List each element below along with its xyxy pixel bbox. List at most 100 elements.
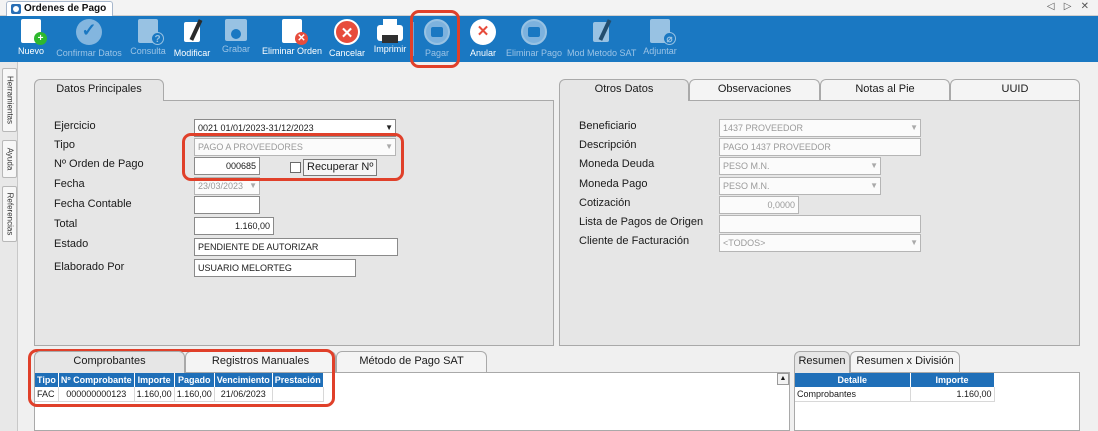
orden-pago-label: Nº Orden de Pago (54, 158, 144, 170)
fecha-label: Fecha (54, 178, 85, 190)
comprobantes-header-row: Tipo Nº Comprobante Importe Pagado Venci… (35, 373, 324, 387)
delete-document-icon: ✕ (282, 19, 308, 45)
delete-payment-icon (521, 19, 547, 45)
cell-vencimiento: 21/06/2023 (214, 387, 273, 402)
tab-otros-datos[interactable]: Otros Datos (559, 79, 689, 101)
estado-label: Estado (54, 238, 89, 250)
tab-registros-manuales[interactable]: Registros Manuales (185, 351, 336, 372)
fecha-picker[interactable]: 23/03/2023 ▼ (194, 177, 260, 195)
side-tab-ayuda[interactable]: Ayuda (2, 140, 17, 178)
consulta-button[interactable]: ? Consulta (128, 19, 168, 61)
col-prestacion[interactable]: Prestación (272, 373, 324, 387)
total-label: Total (54, 218, 78, 230)
scroll-up-icon[interactable]: ▲ (777, 373, 789, 385)
col-importe-resumen[interactable]: Importe (910, 373, 995, 387)
eliminar-pago-button[interactable]: Eliminar Pago (506, 19, 562, 61)
otros-datos-panel: Beneficiario 1437 PROVEEDOR ▼ Descripción… (559, 100, 1080, 346)
col-nro-comprobante[interactable]: Nº Comprobante (58, 373, 135, 387)
eliminar-orden-button[interactable]: ✕ Eliminar Orden (260, 19, 324, 61)
descripcion-label: Descripción (579, 139, 637, 151)
chevron-down-icon: ▼ (910, 238, 918, 247)
elaborado-por-label: Elaborado Por (54, 261, 125, 273)
col-tipo[interactable]: Tipo (35, 373, 59, 387)
fecha-contable-input[interactable] (194, 196, 260, 214)
adjuntar-button[interactable]: ⌀ Adjuntar (640, 19, 680, 61)
fecha-contable-label: Fecha Contable (54, 198, 132, 210)
side-tabs: Herramientas Ayuda Referencias (0, 62, 18, 431)
descripcion-input[interactable]: PAGO 1437 PROVEEDOR (719, 138, 921, 156)
cell-detalle: Comprobantes (795, 387, 911, 402)
col-importe[interactable]: Importe (134, 373, 175, 387)
side-tab-referencias[interactable]: Referencias (2, 186, 17, 242)
resumen-table: Detalle Importe Comprobantes 1.160,00 (795, 373, 995, 402)
tab-uuid[interactable]: UUID (950, 79, 1080, 100)
beneficiario-label: Beneficiario (579, 120, 637, 132)
cancelar-button[interactable]: Cancelar (327, 19, 367, 61)
chevron-down-icon: ▼ (870, 181, 878, 190)
tab-metodo-pago-sat[interactable]: Método de Pago SAT (336, 351, 487, 372)
confirmar-datos-button[interactable]: Confirmar Datos (54, 19, 124, 61)
window-tab[interactable]: Ordenes de Pago (6, 1, 114, 16)
check-icon (76, 19, 102, 45)
grabar-button[interactable]: Grabar (218, 19, 254, 61)
comprobantes-grid: Tipo Nº Comprobante Importe Pagado Venci… (35, 373, 789, 430)
beneficiario-select[interactable]: 1437 PROVEEDOR ▼ (719, 119, 921, 137)
tab-resumen[interactable]: Resumen (794, 351, 850, 373)
cell-importe-resumen: 1.160,00 (910, 387, 995, 402)
toolbar: + Nuevo Confirmar Datos ? Consulta Modif… (0, 16, 1098, 62)
total-field: 1.160,00 (194, 217, 274, 235)
new-document-icon: + (21, 19, 47, 45)
ejercicio-select[interactable]: 0021 01/01/2023-31/12/2023 ▼ (194, 119, 396, 137)
elaborado-por-field: USUARIO MELORTEG (194, 259, 356, 277)
mod-metodo-sat-button[interactable]: Mod Metodo SAT (567, 19, 636, 61)
lista-pagos-input[interactable] (719, 215, 921, 233)
comprobantes-panel: Tipo Nº Comprobante Importe Pagado Venci… (34, 372, 790, 431)
printer-icon (377, 19, 403, 43)
tab-comprobantes[interactable]: Comprobantes (34, 351, 185, 373)
imprimir-button[interactable]: Imprimir (371, 19, 409, 61)
chevron-down-icon: ▼ (249, 181, 257, 190)
edit-icon (182, 19, 202, 45)
chevron-down-icon: ▼ (910, 123, 918, 132)
cell-tipo: FAC (35, 387, 59, 402)
save-disk-icon (225, 19, 247, 41)
window-controls[interactable]: ◁ ▷ ✕ (1047, 1, 1092, 12)
attach-document-icon: ⌀ (650, 19, 676, 45)
resumen-panel: Detalle Importe Comprobantes 1.160,00 (794, 372, 1080, 431)
tab-notas-al-pie[interactable]: Notas al Pie (820, 79, 950, 100)
tipo-label: Tipo (54, 139, 75, 151)
pagar-button[interactable]: Pagar (420, 19, 454, 61)
col-vencimiento[interactable]: Vencimiento (214, 373, 273, 387)
cliente-facturacion-select[interactable]: <TODOS> ▼ (719, 234, 921, 252)
tab-resumen-division[interactable]: Resumen x División (850, 351, 960, 372)
comprobantes-table: Tipo Nº Comprobante Importe Pagado Venci… (35, 373, 324, 402)
nuevo-button[interactable]: + Nuevo (12, 19, 50, 61)
lista-pagos-label: Lista de Pagos de Origen (579, 216, 704, 228)
cell-nro-comprobante: 000000000123 (58, 387, 135, 402)
recuperar-label[interactable]: Recuperar Nº (303, 159, 378, 176)
edit-sat-icon (591, 19, 611, 45)
side-tab-herramientas[interactable]: Herramientas (2, 68, 17, 132)
col-detalle[interactable]: Detalle (795, 373, 911, 387)
cliente-facturacion-label: Cliente de Facturación (579, 235, 690, 247)
datos-principales-panel: Ejercicio 0021 01/01/2023-31/12/2023 ▼ Ti… (34, 100, 554, 346)
moneda-deuda-label: Moneda Deuda (579, 158, 655, 170)
cotizacion-input[interactable]: 0,0000 (719, 196, 799, 214)
title-bar: Ordenes de Pago ◁ ▷ ✕ (0, 0, 1098, 16)
col-pagado[interactable]: Pagado (174, 373, 215, 387)
resumen-grid: Detalle Importe Comprobantes 1.160,00 (795, 373, 1079, 430)
estado-field: PENDIENTE DE AUTORIZAR (194, 238, 398, 256)
tab-datos-principales[interactable]: Datos Principales (34, 79, 164, 101)
cancel-x-icon (334, 19, 360, 45)
modificar-button[interactable]: Modificar (170, 19, 214, 61)
table-row[interactable]: Comprobantes 1.160,00 (795, 387, 995, 402)
anular-button[interactable]: Anular (466, 19, 500, 61)
table-row[interactable]: FAC 000000000123 1.160,00 1.160,00 21/06… (35, 387, 324, 402)
orden-pago-input[interactable]: 000685 (194, 157, 260, 175)
recuperar-checkbox[interactable] (290, 162, 301, 173)
tipo-select[interactable]: PAGO A PROVEEDORES ▼ (194, 138, 396, 156)
moneda-deuda-select[interactable]: PESO M.N. ▼ (719, 157, 881, 175)
moneda-pago-select[interactable]: PESO M.N. ▼ (719, 177, 881, 195)
tab-observaciones[interactable]: Observaciones (689, 79, 820, 100)
cell-prestacion (272, 387, 324, 402)
